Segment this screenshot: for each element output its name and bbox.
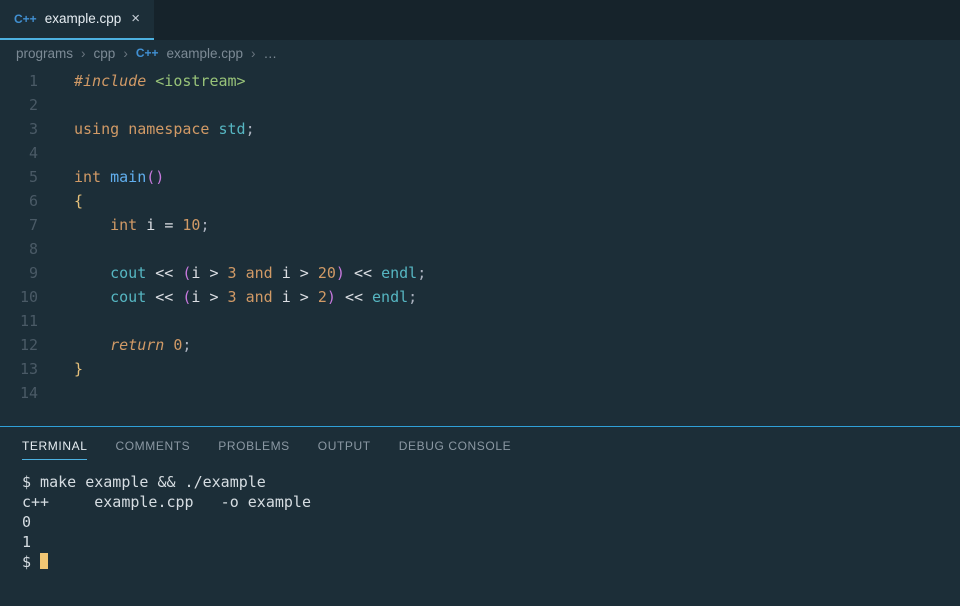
token: > <box>300 264 309 282</box>
editor-tab-example[interactable]: C++ example.cpp × <box>0 0 154 40</box>
token: > <box>209 288 218 306</box>
breadcrumb: programs › cpp › C++ example.cpp › … <box>0 40 960 68</box>
token: main <box>110 168 146 186</box>
line-number: 10 <box>0 285 56 309</box>
token: = <box>164 216 173 234</box>
token: namespace <box>128 120 209 138</box>
token: 2 <box>318 288 327 306</box>
token: and <box>246 264 273 282</box>
chevron-right-icon: › <box>251 46 256 61</box>
line-number: 14 <box>0 381 56 405</box>
cpp-file-icon: C++ <box>136 46 159 60</box>
token: ; <box>200 216 209 234</box>
token: cout <box>110 288 146 306</box>
line-number: 2 <box>0 93 56 117</box>
terminal-output[interactable]: $ make example && ./example c++ example.… <box>0 466 960 578</box>
tab-terminal[interactable]: TERMINAL <box>22 439 87 460</box>
chevron-right-icon: › <box>123 46 128 61</box>
chevron-right-icon: › <box>81 46 86 61</box>
breadcrumb-overflow[interactable]: … <box>264 46 278 61</box>
tab-comments[interactable]: COMMENTS <box>115 439 190 460</box>
token: ) <box>336 264 345 282</box>
token: cout <box>110 264 146 282</box>
token: std <box>219 120 246 138</box>
token: and <box>246 288 273 306</box>
cpp-file-icon: C++ <box>14 12 37 26</box>
line-number-gutter: 1 2 3 4 5 6 7 8 9 10 11 12 13 14 <box>0 69 56 425</box>
token: << <box>345 288 363 306</box>
token: 3 <box>228 264 237 282</box>
terminal-line: 1 <box>22 532 938 552</box>
token: return <box>110 336 164 354</box>
token: << <box>155 288 173 306</box>
line-number: 1 <box>0 69 56 93</box>
token: ( <box>146 168 155 186</box>
line-number: 6 <box>0 189 56 213</box>
line-number: 9 <box>0 261 56 285</box>
token: i <box>191 288 200 306</box>
terminal-line: c++ example.cpp -o example <box>22 492 938 512</box>
token: int <box>74 168 101 186</box>
panel-tabs: TERMINAL COMMENTS PROBLEMS OUTPUT DEBUG … <box>0 427 960 466</box>
token: <iostream> <box>155 72 245 90</box>
breadcrumb-seg[interactable]: programs <box>16 46 73 61</box>
token: ; <box>246 120 255 138</box>
line-number: 13 <box>0 357 56 381</box>
close-icon[interactable]: × <box>129 10 142 27</box>
token: << <box>155 264 173 282</box>
terminal-cursor <box>40 553 48 569</box>
terminal-prompt-line[interactable]: $ <box>22 552 938 572</box>
tab-output[interactable]: OUTPUT <box>318 439 371 460</box>
terminal-line: 0 <box>22 512 938 532</box>
token: ) <box>155 168 164 186</box>
token: i <box>282 264 291 282</box>
line-number: 7 <box>0 213 56 237</box>
token: { <box>74 192 83 210</box>
line-number <box>0 405 56 425</box>
tab-problems[interactable]: PROBLEMS <box>218 439 290 460</box>
token: using <box>74 120 119 138</box>
token: ; <box>417 264 426 282</box>
token: endl <box>372 288 408 306</box>
breadcrumb-seg[interactable]: cpp <box>94 46 116 61</box>
token: i <box>191 264 200 282</box>
token: i <box>146 216 155 234</box>
terminal-line: $ make example && ./example <box>22 472 938 492</box>
tab-bar: C++ example.cpp × <box>0 0 960 40</box>
token: > <box>209 264 218 282</box>
line-number: 8 <box>0 237 56 261</box>
tab-filename: example.cpp <box>45 11 122 26</box>
code-content[interactable]: #include <iostream> using namespace std;… <box>56 69 960 425</box>
line-number: 4 <box>0 141 56 165</box>
breadcrumb-seg[interactable]: example.cpp <box>167 46 244 61</box>
token: 20 <box>318 264 336 282</box>
token: << <box>354 264 372 282</box>
bottom-panel: TERMINAL COMMENTS PROBLEMS OUTPUT DEBUG … <box>0 426 960 606</box>
line-number: 12 <box>0 333 56 357</box>
code-editor[interactable]: 1 2 3 4 5 6 7 8 9 10 11 12 13 14 #includ… <box>0 67 960 425</box>
token: i <box>282 288 291 306</box>
token: 3 <box>228 288 237 306</box>
line-number: 11 <box>0 309 56 333</box>
token: ; <box>182 336 191 354</box>
terminal-prompt: $ <box>22 553 40 571</box>
token: 10 <box>182 216 200 234</box>
token: ; <box>408 288 417 306</box>
token: #include <box>74 72 146 90</box>
token: } <box>74 360 83 378</box>
line-number: 5 <box>0 165 56 189</box>
token: ) <box>327 288 336 306</box>
line-number: 3 <box>0 117 56 141</box>
token: endl <box>381 264 417 282</box>
token: int <box>110 216 137 234</box>
tab-debug-console[interactable]: DEBUG CONSOLE <box>399 439 512 460</box>
token: > <box>300 288 309 306</box>
